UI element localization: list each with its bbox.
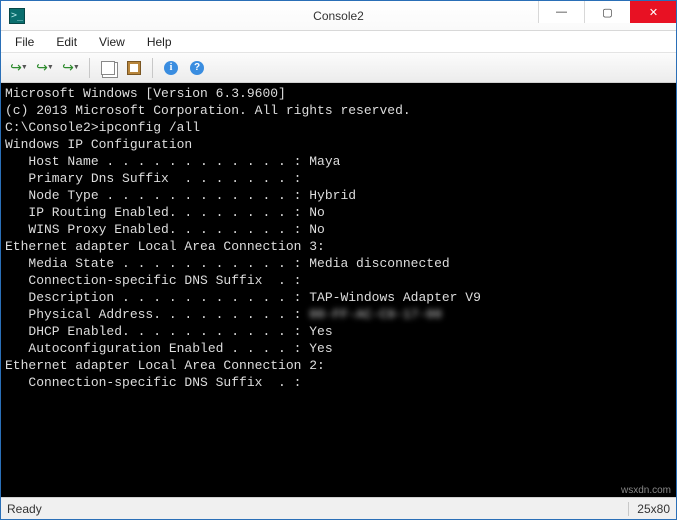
menubar: File Edit View Help bbox=[1, 31, 676, 53]
window-title: Console2 bbox=[313, 9, 364, 23]
terminal-line: Autoconfiguration Enabled . . . . : Yes bbox=[5, 340, 672, 357]
menu-view[interactable]: View bbox=[89, 33, 135, 51]
terminal-line: Ethernet adapter Local Area Connection 3… bbox=[5, 238, 672, 255]
new-tab-button-2[interactable]: ↪▼ bbox=[33, 57, 57, 79]
paste-icon bbox=[127, 61, 141, 75]
terminal-line: IP Routing Enabled. . . . . . . . : No bbox=[5, 204, 672, 221]
menu-file[interactable]: File bbox=[5, 33, 44, 51]
titlebar[interactable]: >_ Console2 ― ▢ ✕ bbox=[1, 1, 676, 31]
info-button[interactable]: i bbox=[159, 57, 183, 79]
terminal-line: Physical Address. . . . . . . . . : 00-F… bbox=[5, 306, 672, 323]
info-icon: i bbox=[164, 61, 178, 75]
status-text: Ready bbox=[7, 502, 42, 516]
terminal-line: Primary Dns Suffix . . . . . . . : bbox=[5, 170, 672, 187]
chevron-down-icon: ▼ bbox=[21, 64, 28, 71]
copy-icon bbox=[101, 61, 115, 75]
terminal-line: WINS Proxy Enabled. . . . . . . . : No bbox=[5, 221, 672, 238]
paste-button[interactable] bbox=[122, 57, 146, 79]
toolbar: ↪▼ ↪▼ ↪▼ i ? bbox=[1, 53, 676, 83]
toolbar-separator bbox=[89, 58, 90, 78]
chevron-down-icon: ▼ bbox=[73, 64, 80, 71]
terminal-line: Connection-specific DNS Suffix . : bbox=[5, 272, 672, 289]
new-tab-button-3[interactable]: ↪▼ bbox=[59, 57, 83, 79]
minimize-button[interactable]: ― bbox=[538, 1, 584, 23]
toolbar-separator bbox=[152, 58, 153, 78]
terminal-output[interactable]: Microsoft Windows [Version 6.3.9600](c) … bbox=[1, 83, 676, 497]
terminal-line: Media State . . . . . . . . . . . : Medi… bbox=[5, 255, 672, 272]
terminal-line: Microsoft Windows [Version 6.3.9600] bbox=[5, 85, 672, 102]
app-window: >_ Console2 ― ▢ ✕ File Edit View Help ↪▼… bbox=[0, 0, 677, 520]
terminal-line: Windows IP Configuration bbox=[5, 136, 672, 153]
terminal-line: (c) 2013 Microsoft Corporation. All righ… bbox=[5, 102, 672, 119]
menu-help[interactable]: Help bbox=[137, 33, 182, 51]
terminal-line: C:\Console2>ipconfig /all bbox=[5, 119, 672, 136]
terminal-line: Connection-specific DNS Suffix . : bbox=[5, 374, 672, 391]
terminal-line: DHCP Enabled. . . . . . . . . . . : Yes bbox=[5, 323, 672, 340]
copy-button[interactable] bbox=[96, 57, 120, 79]
terminal-line: Node Type . . . . . . . . . . . . : Hybr… bbox=[5, 187, 672, 204]
statusbar: Ready 25x80 bbox=[1, 497, 676, 519]
window-controls: ― ▢ ✕ bbox=[538, 1, 676, 23]
app-icon: >_ bbox=[9, 8, 25, 24]
terminal-line: Ethernet adapter Local Area Connection 2… bbox=[5, 357, 672, 374]
mac-address-blurred: 00-FF-AC-C9-17-00 bbox=[309, 307, 442, 322]
maximize-button[interactable]: ▢ bbox=[584, 1, 630, 23]
chevron-down-icon: ▼ bbox=[47, 64, 54, 71]
terminal-line: Description . . . . . . . . . . . : TAP-… bbox=[5, 289, 672, 306]
close-button[interactable]: ✕ bbox=[630, 1, 676, 23]
help-icon: ? bbox=[190, 61, 204, 75]
status-dimensions: 25x80 bbox=[628, 502, 670, 516]
terminal-line: Host Name . . . . . . . . . . . . : Maya bbox=[5, 153, 672, 170]
new-tab-button-1[interactable]: ↪▼ bbox=[7, 57, 31, 79]
menu-edit[interactable]: Edit bbox=[46, 33, 87, 51]
help-button[interactable]: ? bbox=[185, 57, 209, 79]
